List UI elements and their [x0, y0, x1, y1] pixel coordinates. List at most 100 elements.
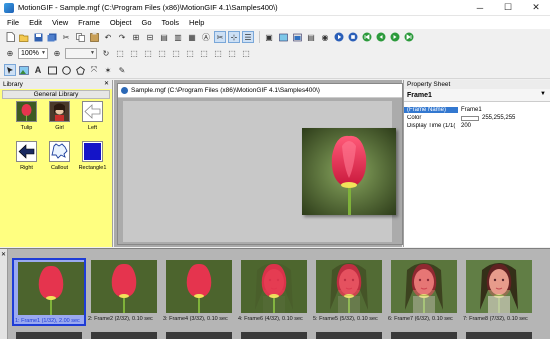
group-icon[interactable]: ⊞ — [130, 31, 142, 43]
redo-icon[interactable]: ↷ — [116, 31, 128, 43]
same-height-icon[interactable]: ⬚ — [212, 48, 224, 60]
property-value[interactable]: Frame1 — [458, 107, 550, 113]
frame-thumbnail[interactable]: 2: Frame2 (2/32), 0.10 sec — [87, 258, 161, 326]
transform-tool-icon[interactable]: ⤧ — [88, 64, 100, 76]
property-value[interactable]: 255,255,255 — [458, 115, 550, 121]
preview-icon[interactable] — [277, 31, 289, 43]
frame-thumbnail-next-row[interactable] — [316, 332, 382, 339]
optimize-icon[interactable]: ◉ — [319, 31, 331, 43]
library-item-rectangle[interactable]: Rectangle1 — [76, 141, 109, 181]
export-icon[interactable]: ▤ — [305, 31, 317, 43]
zoom-select[interactable]: 100% ▼ — [18, 48, 48, 59]
effect-tool-icon[interactable]: ✶ — [102, 64, 114, 76]
align-right-icon[interactable]: ⬚ — [142, 48, 154, 60]
align-top-icon[interactable]: ⬚ — [156, 48, 168, 60]
same-size-icon[interactable]: ⬚ — [226, 48, 238, 60]
library-item-girl[interactable]: Girl — [43, 101, 76, 141]
font-select[interactable]: ▼ — [65, 48, 97, 59]
close-button[interactable]: ✕ — [522, 0, 550, 16]
frame-thumbnail[interactable]: 6: Frame7 (6/32), 0.10 sec — [387, 258, 461, 326]
prev-frame-icon[interactable] — [375, 31, 387, 43]
align-bottom-icon[interactable]: ⬚ — [184, 48, 196, 60]
color-swatch[interactable] — [461, 115, 479, 121]
ellipse-tool-icon[interactable] — [60, 64, 72, 76]
minimize-button[interactable]: ─ — [466, 0, 494, 16]
menu-frame[interactable]: Frame — [73, 18, 105, 27]
fit-icon[interactable]: ⊕ — [4, 48, 16, 60]
next-frame-icon[interactable] — [389, 31, 401, 43]
library-item-right[interactable]: Right — [10, 141, 43, 181]
frame-thumbnail[interactable]: 3: Frame4 (3/32), 0.10 sec — [162, 258, 236, 326]
frame-thumbnail[interactable]: 1: Frame1 (1/32), 2.00 sec — [12, 258, 86, 326]
frame-thumbnail[interactable]: 7: Frame8 (7/32), 0.10 sec — [462, 258, 536, 326]
edit-text-icon[interactable]: Ⓐ — [200, 31, 212, 43]
browser-icon[interactable] — [291, 31, 303, 43]
menu-file[interactable]: File — [2, 18, 24, 27]
tool-b-icon[interactable]: ⊹ — [228, 31, 240, 43]
property-value[interactable]: 200 — [458, 123, 550, 129]
frame-thumbnail[interactable]: 4: Frame6 (4/32), 0.10 sec — [237, 258, 311, 326]
bring-front-icon[interactable]: ▤ — [158, 31, 170, 43]
menu-help[interactable]: Help — [184, 18, 209, 27]
pen-tool-icon[interactable]: ✎ — [116, 64, 128, 76]
close-icon[interactable]: ✕ — [1, 251, 6, 258]
save-all-icon[interactable] — [46, 31, 58, 43]
select-tool-icon[interactable] — [4, 64, 16, 76]
grid-icon[interactable]: ▦ — [186, 31, 198, 43]
library-item-left[interactable]: Left — [76, 101, 109, 141]
frame-thumbnail-next-row[interactable] — [91, 332, 157, 339]
frame-strip-handle[interactable]: ✕ — [0, 249, 8, 339]
property-row-color[interactable]: Color 255,255,255 — [404, 114, 550, 122]
polygon-tool-icon[interactable] — [74, 64, 86, 76]
ungroup-icon[interactable]: ⊟ — [144, 31, 156, 43]
distribute-icon[interactable]: ⬚ — [240, 48, 252, 60]
tool-a-icon[interactable]: ✂ — [214, 31, 226, 43]
library-item-callout[interactable]: Callout — [43, 141, 76, 181]
close-icon[interactable]: ✕ — [104, 80, 109, 87]
object-select[interactable]: Frame1 ▼ — [404, 89, 550, 102]
menu-object[interactable]: Object — [105, 18, 137, 27]
save-icon[interactable] — [32, 31, 44, 43]
maximize-button[interactable]: ☐ — [494, 0, 522, 16]
tool-c-icon[interactable]: ☰ — [242, 31, 254, 43]
frame-thumbnail-next-row[interactable] — [466, 332, 532, 339]
library-item-tulip[interactable]: Tulip — [10, 101, 43, 141]
align-left-icon[interactable]: ⬚ — [114, 48, 126, 60]
property-row-display-time[interactable]: Display Time (1/1( 200 — [404, 122, 550, 130]
frame-view-icon[interactable]: ▣ — [263, 31, 275, 43]
frame-thumbnail-next-row[interactable] — [241, 332, 307, 339]
frame-thumbnail[interactable]: 5: Frame5 (5/32), 0.10 sec — [312, 258, 386, 326]
copy-icon[interactable] — [74, 31, 86, 43]
picture-tool-icon[interactable] — [18, 64, 30, 76]
property-row-frame-name[interactable]: (Frame Name) Frame1 — [404, 106, 550, 114]
menu-go[interactable]: Go — [137, 18, 157, 27]
title-bar: MotionGIF - Sample.mgf (C:\Program Files… — [0, 0, 550, 16]
menu-edit[interactable]: Edit — [24, 18, 47, 27]
text-tool-icon[interactable]: A — [32, 64, 44, 76]
rotate-icon[interactable]: ↻ — [100, 48, 112, 60]
frame-thumbnail-next-row[interactable] — [166, 332, 232, 339]
stop-icon[interactable] — [347, 31, 359, 43]
first-frame-icon[interactable] — [361, 31, 373, 43]
zoom-in-icon[interactable]: ⊕ — [51, 48, 63, 60]
send-back-icon[interactable]: ▥ — [172, 31, 184, 43]
frame-thumbnail-next-row[interactable] — [16, 332, 82, 339]
menu-tools[interactable]: Tools — [157, 18, 185, 27]
frame-thumbnail-next-row[interactable] — [391, 332, 457, 339]
paste-icon[interactable] — [88, 31, 100, 43]
library-tab[interactable]: General Library — [2, 90, 110, 99]
rectangle-tool-icon[interactable] — [46, 64, 58, 76]
tools-toolbar: A ⤧ ✶ ✎ — [0, 62, 550, 79]
open-icon[interactable] — [18, 31, 30, 43]
new-icon[interactable] — [4, 31, 16, 43]
editing-canvas[interactable] — [123, 101, 396, 242]
same-width-icon[interactable]: ⬚ — [198, 48, 210, 60]
canvas-image[interactable] — [302, 128, 396, 215]
cut-icon[interactable]: ✂ — [60, 31, 72, 43]
menu-view[interactable]: View — [47, 18, 73, 27]
last-frame-icon[interactable] — [403, 31, 415, 43]
play-icon[interactable] — [333, 31, 345, 43]
align-middle-icon[interactable]: ⬚ — [170, 48, 182, 60]
align-center-icon[interactable]: ⬚ — [128, 48, 140, 60]
undo-icon[interactable]: ↶ — [102, 31, 114, 43]
